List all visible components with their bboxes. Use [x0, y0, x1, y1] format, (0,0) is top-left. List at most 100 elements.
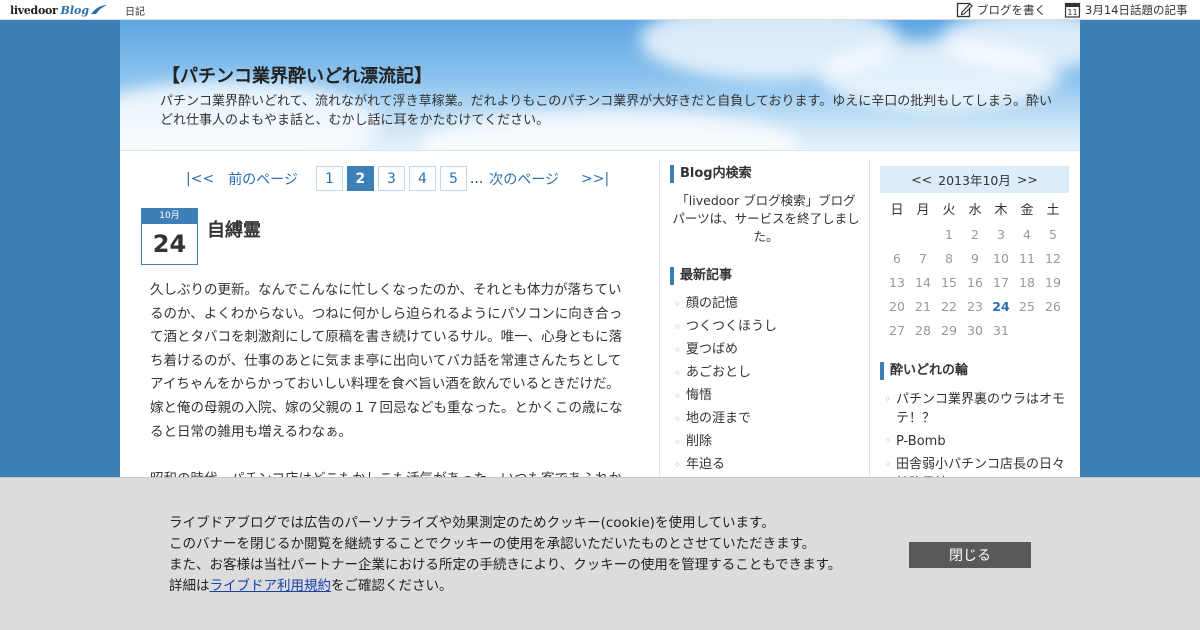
header-divider — [120, 150, 1080, 151]
recent-post-link[interactable]: 顔の記憶 — [686, 296, 738, 311]
cookie-line: ライブドアブログでは広告のパーソナライズや効果測定のためクッキー(cookie)… — [169, 515, 775, 531]
calendar-day: 17 — [993, 275, 1009, 290]
calendar-day-link[interactable]: 24 — [988, 297, 1014, 321]
cookie-line: 詳細はライブドア利用規約をご確認ください。 — [169, 576, 841, 597]
calendar-day: 28 — [915, 323, 931, 338]
calendar-day: 30 — [967, 323, 983, 338]
page-link-4[interactable]: 4 — [408, 166, 436, 191]
calendar-month-title: 2013年10月 — [938, 173, 1011, 188]
calendar-day: 15 — [941, 275, 957, 290]
calendar-next-month[interactable]: >> — [1017, 172, 1038, 187]
cookie-details-prefix: 詳細は — [169, 578, 210, 594]
calendar-day: 31 — [993, 323, 1009, 338]
recent-post-link[interactable]: つくつくほうし — [686, 319, 777, 334]
page-link-3[interactable]: 3 — [377, 166, 405, 191]
calendar-day: 19 — [1045, 275, 1061, 290]
terms-link[interactable]: ライブドア利用規約 — [210, 578, 332, 594]
calendar-day: 13 — [889, 275, 905, 290]
calendar-day: 14 — [915, 275, 931, 290]
top-bar: livedoor Blog 日記 ブログを書く 11 3月14日話題の記事 — [0, 0, 1200, 20]
post-title[interactable]: 自縛霊 — [207, 216, 261, 242]
calendar-day: 9 — [971, 251, 979, 266]
calendar-day: 26 — [1045, 299, 1061, 314]
calendar-weekday: 日 — [890, 203, 904, 218]
recent-post-item[interactable]: 地の涯まで — [674, 409, 777, 432]
recent-post-item[interactable]: 夏つばめ — [674, 340, 777, 363]
post-date-badge: 10月 24 — [141, 208, 198, 265]
last-page-link[interactable]: >>| — [581, 171, 609, 187]
calendar-empty-cell — [884, 225, 910, 249]
recent-post-item[interactable]: あごおとし — [674, 363, 777, 386]
search-widget-heading: Blog内検索 — [670, 165, 752, 183]
recent-post-link[interactable]: 年迫る — [686, 457, 725, 472]
next-page-link[interactable]: 次のページ — [489, 169, 559, 189]
calendar-header: << 2013年10月 >> — [880, 166, 1069, 193]
calendar-day: 25 — [1019, 299, 1035, 314]
recent-posts-heading: 最新記事 — [670, 267, 732, 285]
first-page-link[interactable]: |<< — [186, 171, 214, 187]
ring-item[interactable]: パチンコ業界裏のウラはオモテ！？ — [884, 390, 1070, 428]
recent-post-item[interactable]: 削除 — [674, 432, 777, 455]
recent-post-link[interactable]: 悔悟 — [686, 388, 712, 403]
cookie-text: ライブドアブログでは広告のパーソナライズや効果測定のためクッキー(cookie)… — [169, 513, 841, 597]
recent-posts-list: 顔の記憶 つくつくほうし 夏つばめ あごおとし 悔悟 地の涯まで 削除 年迫る — [674, 294, 777, 478]
post-date-month: 10月 — [142, 209, 197, 224]
calendar-weekday: 月 — [916, 203, 930, 218]
logo-text: livedoor — [10, 3, 58, 17]
logo-blog-text: Blog — [60, 3, 90, 17]
blog-title[interactable]: 【パチンコ業界酔いどれ漂流記】 — [162, 62, 432, 88]
post-body: 久しぶりの更新。なんでこんなに忙しくなったのか、それとも体力が落ちているのか、よ… — [150, 282, 623, 440]
calendar-day: 6 — [893, 251, 901, 266]
blog-header: 【パチンコ業界酔いどれ漂流記】 パチンコ業界酔いどれて、流れながれて浮き草稼業。… — [120, 20, 1080, 150]
ring-link[interactable]: パチンコ業界裏のウラはオモテ！？ — [896, 392, 1065, 426]
recent-post-item[interactable]: 年迫る — [674, 455, 777, 478]
recent-post-item[interactable]: 悔悟 — [674, 386, 777, 409]
cookie-close-button[interactable]: 閉じる — [909, 542, 1031, 568]
calendar-day: 22 — [941, 299, 957, 314]
cookie-line: また、お客様は当社パートナー企業における所定の手続きにより、クッキーの使用を管理… — [169, 557, 842, 573]
bird-icon — [91, 5, 108, 14]
calendar-day: 27 — [889, 323, 905, 338]
calendar-day: 4 — [1023, 227, 1031, 242]
livedoor-blog-logo[interactable]: livedoor Blog — [10, 2, 108, 18]
prev-page-link[interactable]: 前のページ — [228, 169, 298, 189]
calendar-day: 7 — [919, 251, 927, 266]
calendar-day: 20 — [889, 299, 905, 314]
calendar-day: 16 — [967, 275, 983, 290]
page-link-1[interactable]: 1 — [315, 166, 343, 191]
recent-post-link[interactable]: 地の涯まで — [686, 411, 751, 426]
calendar-day: 8 — [945, 251, 953, 266]
pencil-icon — [956, 2, 973, 18]
ring-link[interactable]: P-Bomb — [896, 434, 946, 449]
calendar-prev-month[interactable]: << — [911, 172, 932, 187]
post-date-day: 24 — [152, 230, 187, 258]
cookie-details-suffix: をご確認ください。 — [331, 578, 453, 594]
calendar-day: 18 — [1019, 275, 1035, 290]
page-current-2: 2 — [346, 166, 374, 191]
search-widget-note: 「livedoor ブログ検索」ブログパーツは、サービスを終了しました。 — [672, 193, 860, 244]
calendar-day: 3 — [997, 227, 1005, 242]
calendar-weekday: 火 — [942, 203, 956, 218]
recent-post-link[interactable]: 夏つばめ — [686, 342, 738, 357]
ring-heading: 酔いどれの輪 — [880, 362, 968, 380]
calendar-empty-cell — [910, 225, 936, 249]
ring-item[interactable]: P-Bomb — [884, 432, 1070, 451]
calendar-weekday: 木 — [994, 203, 1008, 218]
topic-articles-link[interactable]: 11 3月14日話題の記事 — [1064, 1, 1187, 18]
calendar-day: 21 — [915, 299, 931, 314]
recent-post-item[interactable]: 顔の記憶 — [674, 294, 777, 317]
write-blog-link[interactable]: ブログを書く — [956, 1, 1046, 18]
calendar-day: 5 — [1049, 227, 1057, 242]
calendar-day: 23 — [967, 299, 983, 314]
recent-post-link[interactable]: あごおとし — [686, 365, 751, 380]
diary-link[interactable]: 日記 — [125, 3, 145, 18]
recent-post-item[interactable]: つくつくほうし — [674, 317, 777, 340]
calendar-weekday: 土 — [1046, 203, 1060, 218]
calendar-day: 10 — [993, 251, 1009, 266]
calendar-day: 12 — [1045, 251, 1061, 266]
write-blog-label: ブログを書く — [977, 2, 1046, 17]
page-link-5[interactable]: 5 — [439, 166, 467, 191]
calendar-grid: 日月火水木金土 1 2 3 4 5 6 7 8 9 10 11 12 13 14 15 16 17 18 19 20 21… — [884, 201, 1066, 345]
calendar-day: 2 — [971, 227, 979, 242]
recent-post-link[interactable]: 削除 — [686, 434, 712, 449]
